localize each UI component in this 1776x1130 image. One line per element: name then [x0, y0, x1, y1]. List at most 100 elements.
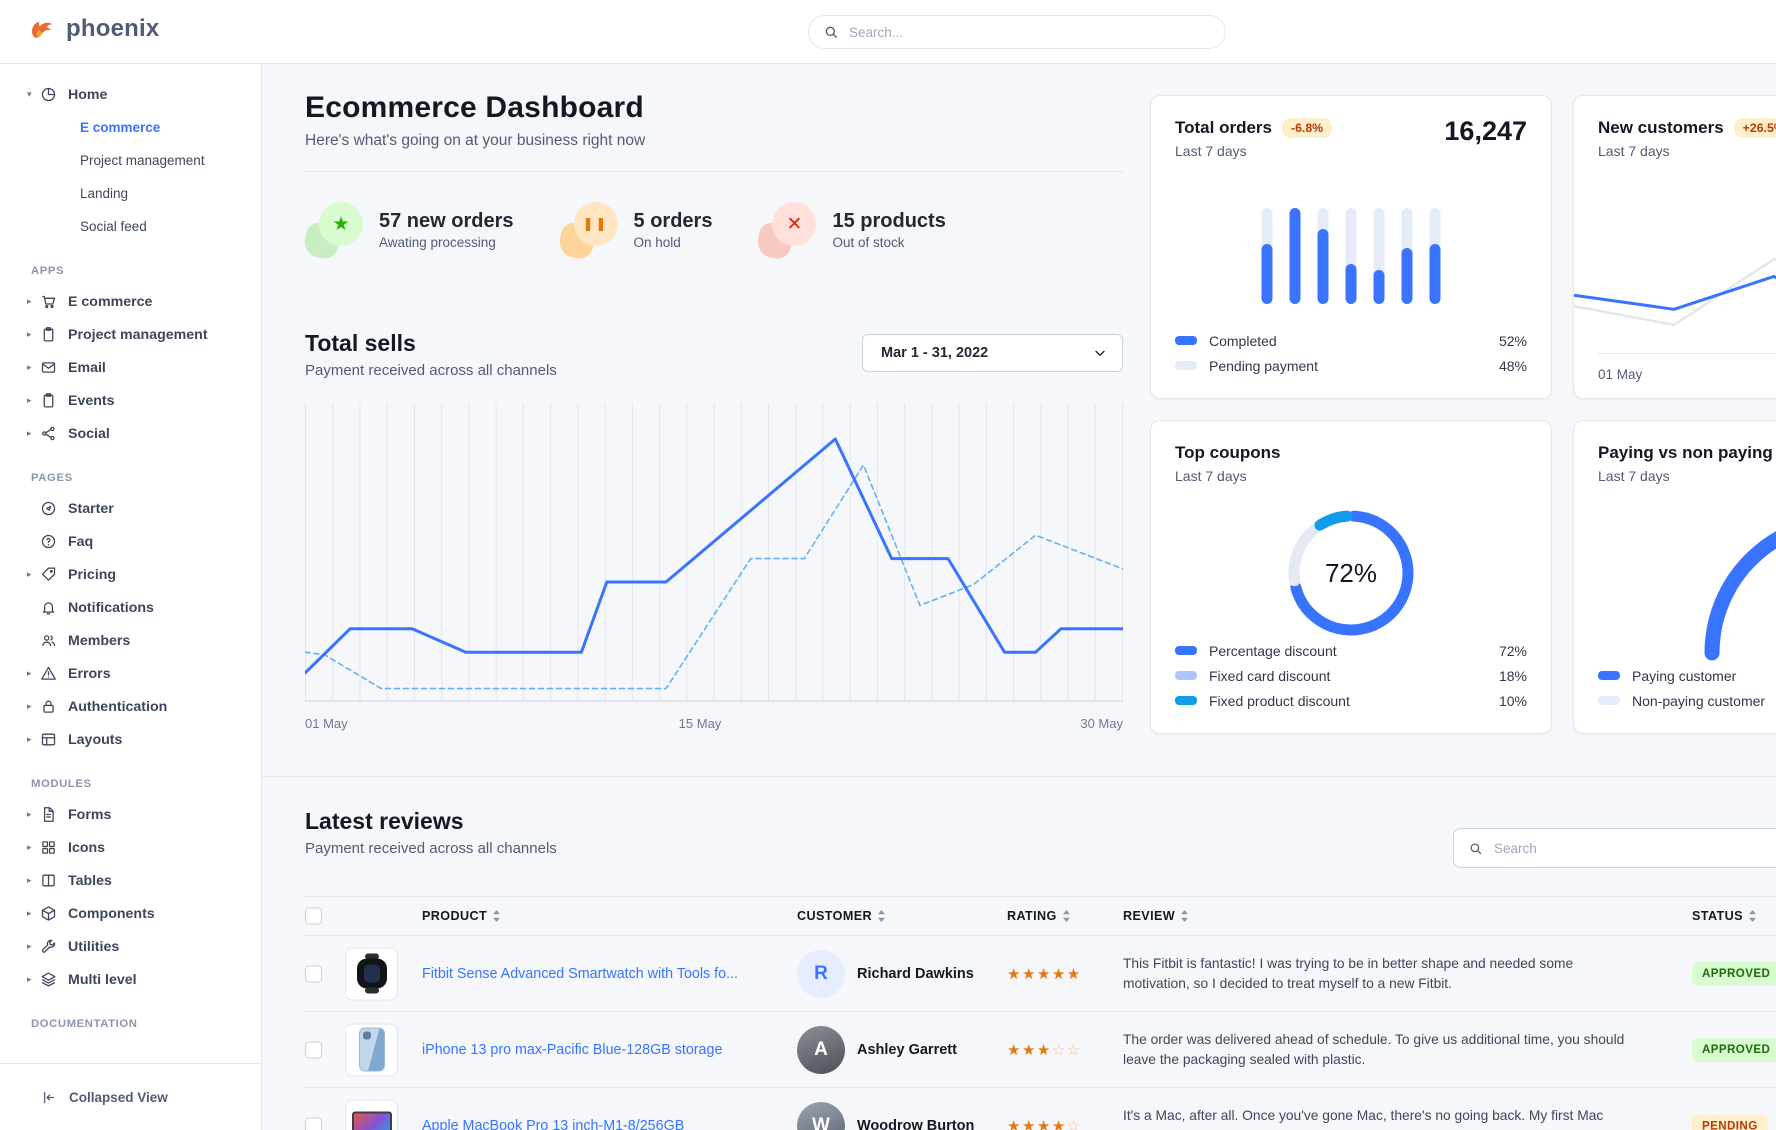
reviews-search-input[interactable]: [1494, 841, 1776, 856]
sidebar: ▾ Home E commerce Project management Lan…: [0, 64, 262, 1130]
caret-right-icon: ▸: [27, 362, 40, 373]
latest-reviews-section: Latest reviews Payment received across a…: [305, 808, 1776, 857]
sidebar-item-multi-level[interactable]: ▸ Multi level: [0, 963, 261, 996]
avatar: W: [797, 1102, 845, 1130]
layout-icon: [40, 731, 68, 748]
card-title: Total orders: [1175, 118, 1272, 138]
reviews-search[interactable]: [1453, 828, 1776, 868]
sidebar-item-home[interactable]: ▾ Home: [0, 78, 261, 111]
clipboard-icon: [40, 326, 68, 343]
legend-item: Non-paying customer: [1598, 688, 1776, 713]
sidebar-item-social[interactable]: ▸ Social: [0, 417, 261, 450]
product-image-macbook[interactable]: [345, 1100, 398, 1130]
envelope-icon: [40, 359, 68, 376]
sidebar-item-authentication[interactable]: ▸ Authentication: [0, 690, 261, 723]
sidebar-item-starter[interactable]: Starter: [0, 492, 261, 525]
sidebar-item-label: Starter: [68, 501, 114, 517]
sidebar-subitem-project-management[interactable]: Project management: [0, 144, 261, 177]
date-range-select[interactable]: Mar 1 - 31, 2022: [862, 334, 1123, 372]
legend-swatch: [1175, 361, 1197, 370]
phoenix-logo[interactable]: phoenix: [27, 14, 159, 44]
sidebar-item-pricing[interactable]: ▸ Pricing: [0, 558, 261, 591]
columns-icon: [40, 872, 68, 889]
total-sells-chart-svg: [305, 403, 1123, 703]
lock-icon: [40, 698, 68, 715]
row-checkbox[interactable]: [305, 965, 322, 982]
sidebar-item-events[interactable]: ▸ Events: [0, 384, 261, 417]
sidebar-item-members[interactable]: Members: [0, 624, 261, 657]
select-all-checkbox[interactable]: [305, 908, 322, 925]
sidebar-item-notifications[interactable]: Notifications: [0, 591, 261, 624]
legend-item: Pending payment 48%: [1175, 353, 1527, 378]
review-text: The order was delivered ahead of schedul…: [1123, 1030, 1643, 1070]
sidebar-item-layouts[interactable]: ▸ Layouts: [0, 723, 261, 756]
top-coupons-card: Top coupons Last 7 days 72% Percentage d…: [1150, 420, 1552, 734]
product-link[interactable]: Fitbit Sense Advanced Smartwatch with To…: [422, 966, 738, 982]
sidebar-item-label: Notifications: [68, 600, 154, 616]
layers-icon: [40, 971, 68, 988]
card-period: Last 7 days: [1175, 468, 1527, 484]
sidebar-item-components[interactable]: ▸ Components: [0, 897, 261, 930]
date-range-value: Mar 1 - 31, 2022: [881, 345, 988, 361]
clipboard-icon: [40, 392, 68, 409]
product-image-iphone[interactable]: [345, 1023, 398, 1076]
cart-icon: [40, 293, 68, 310]
collapsed-view-label: Collapsed View: [69, 1090, 168, 1105]
sidebar-item-utilities[interactable]: ▸ Utilities: [0, 930, 261, 963]
sidebar-item-project-management-app[interactable]: ▸ Project management: [0, 318, 261, 351]
sidebar-item-faq[interactable]: Faq: [0, 525, 261, 558]
x-tick: 01 May: [1598, 367, 1642, 382]
sidebar-item-email[interactable]: ▸ Email: [0, 351, 261, 384]
stat-new-orders: ★ 57 new orders Awating processing: [305, 202, 514, 258]
status-badge: APPROVED✓: [1692, 1038, 1776, 1062]
review-text: It's a Mac, after all. Once you've gone …: [1123, 1106, 1643, 1130]
column-header-customer[interactable]: CUSTOMER: [797, 909, 886, 923]
share-icon: [40, 425, 68, 442]
column-header-product[interactable]: PRODUCT: [422, 909, 501, 923]
product-link[interactable]: iPhone 13 pro max-Pacific Blue-128GB sto…: [422, 1042, 722, 1058]
sidebar-subitem-landing[interactable]: Landing: [0, 177, 261, 210]
legend-swatch: [1175, 336, 1197, 345]
column-header-rating[interactable]: RATING: [1007, 909, 1071, 923]
card-title: Top coupons: [1175, 443, 1280, 463]
caret-right-icon: ▸: [27, 296, 40, 307]
sidebar-item-icons[interactable]: ▸ Icons: [0, 831, 261, 864]
caret-right-icon: ▸: [27, 809, 40, 820]
collapsed-view-toggle[interactable]: Collapsed View: [0, 1063, 261, 1130]
sidebar-item-ecommerce-app[interactable]: ▸ E commerce: [0, 285, 261, 318]
stat-out-of-stock: ✕ 15 products Out of stock: [758, 202, 945, 258]
caret-right-icon: ▸: [27, 701, 40, 712]
customer-name: Richard Dawkins: [857, 966, 974, 982]
sidebar-item-label: Icons: [68, 840, 105, 856]
sidebar-subitem-ecommerce[interactable]: E commerce: [0, 111, 261, 144]
package-icon: [40, 905, 68, 922]
rating-stars: ★★★★☆: [1007, 1117, 1082, 1130]
bar: [1346, 208, 1357, 304]
sort-icon: [1062, 910, 1071, 922]
sidebar-item-label: Tables: [68, 873, 112, 889]
brand-name: phoenix: [66, 15, 159, 43]
sidebar-item-errors[interactable]: ▸ Errors: [0, 657, 261, 690]
product-link[interactable]: Apple MacBook Pro 13 inch-M1-8/256GB: [422, 1118, 684, 1130]
table-row: Apple MacBook Pro 13 inch-M1-8/256GB W W…: [305, 1088, 1776, 1130]
product-image-smartwatch[interactable]: [345, 947, 398, 1000]
global-search-input[interactable]: [849, 25, 1211, 40]
caret-right-icon: ▸: [27, 908, 40, 919]
row-checkbox[interactable]: [305, 1041, 322, 1058]
paying-vs-nonpaying-card: Paying vs non paying Last 7 days Paying …: [1573, 420, 1776, 734]
legend-value: 10%: [1499, 693, 1527, 709]
column-header-review[interactable]: REVIEW: [1123, 909, 1189, 923]
legend-item: Completed 52%: [1175, 328, 1527, 353]
sidebar-item-label: Faq: [68, 534, 93, 550]
page-title: Ecommerce Dashboard: [305, 91, 1123, 125]
phoenix-logo-icon: [27, 14, 57, 44]
table-row: Fitbit Sense Advanced Smartwatch with To…: [305, 936, 1776, 1012]
column-header-status[interactable]: STATUS: [1692, 909, 1757, 923]
sort-icon: [1180, 910, 1189, 922]
row-checkbox[interactable]: [305, 1118, 322, 1130]
avatar: A: [797, 1026, 845, 1074]
sidebar-subitem-social-feed[interactable]: Social feed: [0, 210, 261, 243]
sidebar-item-forms[interactable]: ▸ Forms: [0, 798, 261, 831]
global-search[interactable]: [808, 15, 1226, 49]
sidebar-item-tables[interactable]: ▸ Tables: [0, 864, 261, 897]
